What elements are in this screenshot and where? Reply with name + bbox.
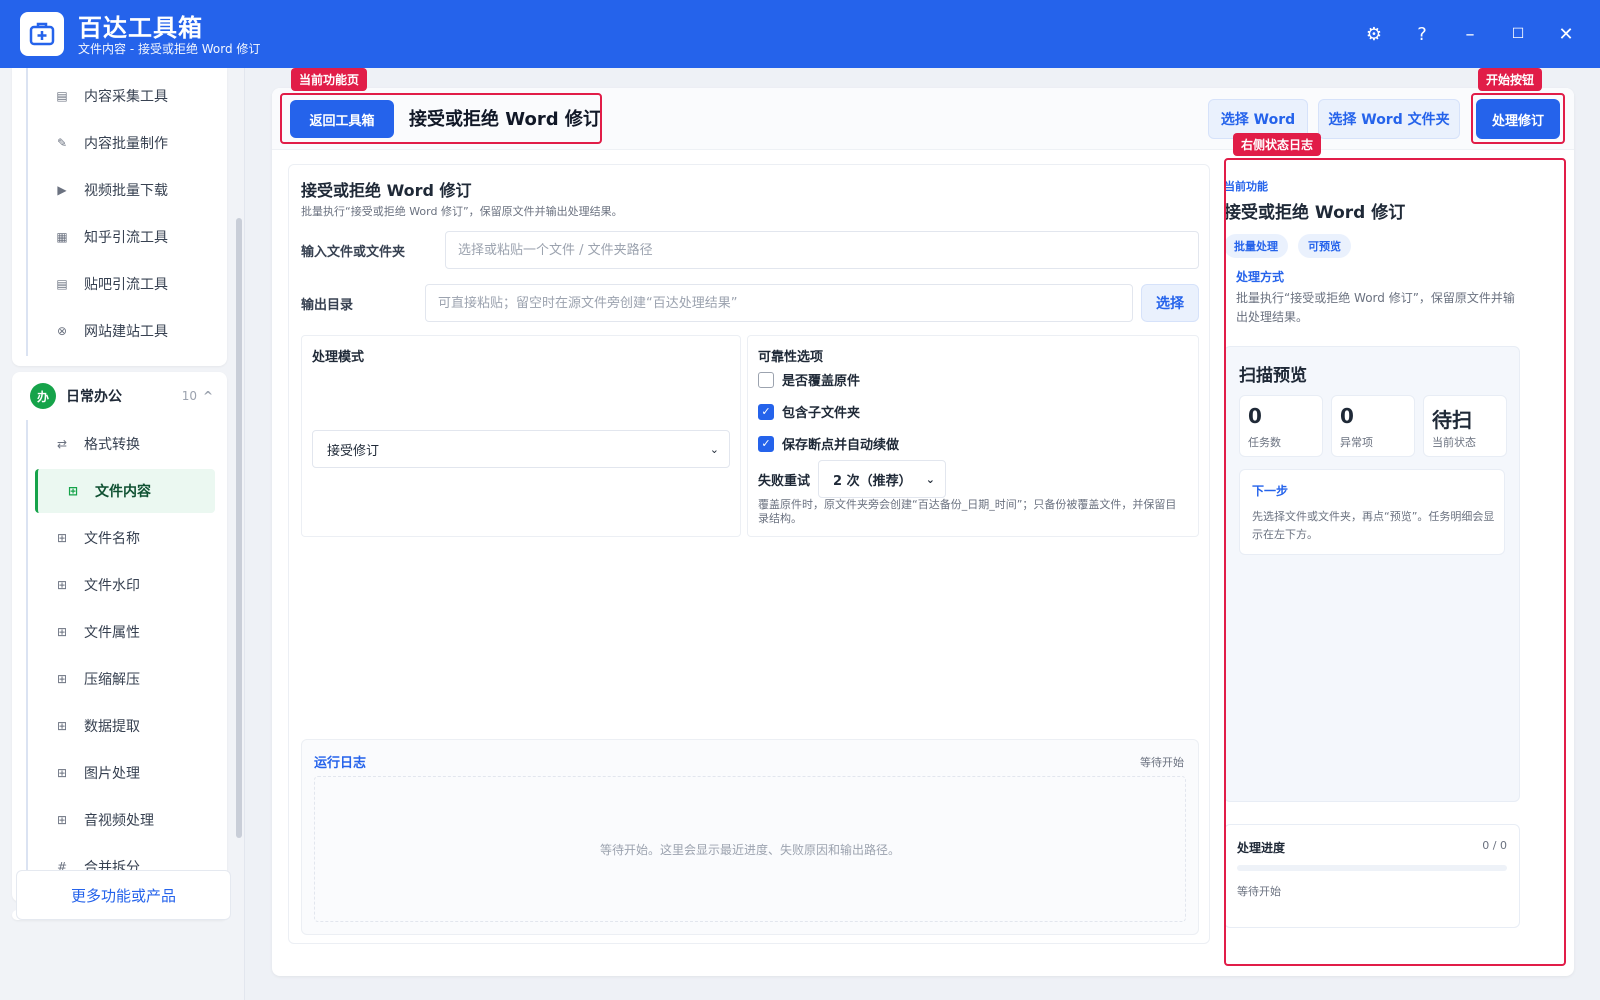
grid-icon: ⊞: [56, 625, 68, 639]
mode-box: 处理模式 接受修订 ⌄: [301, 335, 741, 537]
sidebar: ▤ 内容采集工具 ✎ 内容批量制作 ▶ 视频批量下载 ▦ 知乎引流工具 ▤ 贴吧引流工具 …: [0, 68, 245, 1000]
sidebar-item-content-batch[interactable]: ✎ 内容批量制作: [24, 121, 219, 165]
callout-start-button-frame: [1471, 93, 1565, 144]
sidebar-item-format-convert[interactable]: ⇄ 格式转换: [24, 422, 219, 466]
close-button[interactable]: ✕: [1552, 20, 1580, 48]
output-dir-label: 输出目录: [301, 298, 354, 313]
sidebar-item-watermark[interactable]: ⊞ 文件水印: [24, 563, 219, 607]
subfolders-checkbox[interactable]: ✓ 包含子文件夹: [758, 402, 860, 421]
video-icon: ▶: [57, 183, 67, 197]
grid-icon: ⊞: [56, 719, 68, 733]
group-count: 10: [181, 389, 197, 403]
form-panel: 接受或拒绝 Word 修订 批量执行“接受或拒绝 Word 修订”，保留原文件并…: [288, 164, 1210, 944]
select-word-folder-button[interactable]: 选择 Word 文件夹: [1318, 99, 1460, 139]
run-log: 运行日志 等待开始 等待开始。这里会显示最近进度、失败原因和输出路径。: [301, 739, 1199, 935]
globe-icon: ⊗: [56, 324, 68, 338]
log-title: 运行日志: [314, 756, 367, 771]
more-products-button[interactable]: 更多功能或产品: [16, 870, 231, 920]
callout-status-log-frame: [1224, 158, 1566, 966]
retry-value: 2 次（推荐）: [833, 473, 912, 489]
callout-status-log-tag: 右侧状态日志: [1233, 133, 1322, 156]
sidebar-item-tieba[interactable]: ▤ 贴吧引流工具: [24, 262, 219, 306]
group-badge: 办: [30, 383, 56, 409]
grid-icon: ⊞: [56, 672, 68, 686]
grid-icon: ⊞: [56, 766, 68, 780]
input-path-field[interactable]: [445, 231, 1199, 269]
reliability-box: 可靠性选项 是否覆盖原件 ✓ 包含子文件夹 ✓ 保存断点并自动续做 失败重试 2 次…: [747, 335, 1199, 537]
sidebar-item-website[interactable]: ⊗ 网站建站工具: [24, 309, 219, 353]
swap-icon: ⇄: [56, 437, 68, 451]
log-empty-message: 等待开始。这里会显示最近进度、失败原因和输出路径。: [314, 776, 1186, 922]
sidebar-item-zhihu[interactable]: ▦ 知乎引流工具: [24, 215, 219, 259]
mode-value: 接受修订: [327, 443, 380, 459]
sidebar-item-data-extract[interactable]: ⊞ 数据提取: [24, 704, 219, 748]
sidebar-item-file-props[interactable]: ⊞ 文件属性: [24, 610, 219, 654]
sidebar-item-compress[interactable]: ⊞ 压缩解压: [24, 657, 219, 701]
app-subtitle: 文件内容 - 接受或拒绝 Word 修订: [78, 42, 261, 56]
help-icon[interactable]: ?: [1408, 20, 1436, 48]
callout-current-page-tag: 当前功能页: [291, 68, 368, 91]
form-title: 接受或拒绝 Word 修订: [301, 181, 472, 200]
chevron-down-icon: ⌄: [925, 472, 935, 486]
mode-select[interactable]: 接受修订 ⌄: [312, 430, 730, 468]
sidebar-item-file-name[interactable]: ⊞ 文件名称: [24, 516, 219, 560]
minimize-button[interactable]: –: [1456, 20, 1484, 48]
settings-icon[interactable]: ⚙: [1360, 20, 1388, 48]
checkbox-icon[interactable]: ✓: [758, 435, 774, 452]
sidebar-item-file-content[interactable]: ⊞ 文件内容: [35, 469, 215, 513]
overwrite-hint: 覆盖原件时，原文件夹旁会创建“百达备份_日期_时间”；只备份被覆盖文件，并保留目…: [758, 498, 1177, 526]
title-bar: 百达工具箱 文件内容 - 接受或拒绝 Word 修订 ⚙ ? – ☐ ✕: [0, 0, 1600, 68]
document-icon: ▤: [56, 277, 68, 291]
form-description: 批量执行“接受或拒绝 Word 修订”，保留原文件并输出处理结果。: [301, 205, 623, 218]
sidebar-item-image[interactable]: ⊞ 图片处理: [24, 751, 219, 795]
chevron-down-icon: ⌄: [709, 442, 719, 456]
app-title: 百达工具箱: [78, 14, 203, 42]
sidebar-item-video-download[interactable]: ▶ 视频批量下载: [24, 168, 219, 212]
retry-label: 失败重试: [758, 474, 811, 489]
group-name: 日常办公: [66, 389, 122, 405]
output-select-button[interactable]: 选择: [1141, 284, 1199, 322]
checkbox-icon[interactable]: [758, 371, 774, 388]
grid-icon: ▦: [56, 230, 68, 244]
log-state: 等待开始: [1140, 756, 1184, 769]
overwrite-checkbox[interactable]: 是否覆盖原件: [758, 370, 860, 389]
document-icon: ▤: [56, 89, 68, 103]
grid-icon: ⊞: [56, 813, 68, 827]
checkbox-icon[interactable]: ✓: [758, 403, 774, 420]
sidebar-item-av[interactable]: ⊞ 音视频处理: [24, 798, 219, 842]
maximize-button[interactable]: ☐: [1504, 20, 1532, 48]
sidebar-group-office[interactable]: 办 日常办公 10 ^: [12, 373, 227, 419]
sidebar-scrollbar[interactable]: [236, 218, 242, 838]
grid-icon: ⊞: [56, 578, 68, 592]
grid-icon: ⊞: [56, 531, 68, 545]
sidebar-item-content-collect[interactable]: ▤ 内容采集工具: [24, 74, 219, 118]
chevron-up-icon[interactable]: ^: [203, 389, 213, 403]
grid-icon: ⊞: [67, 484, 79, 498]
callout-start-button-tag: 开始按钮: [1478, 68, 1543, 91]
toolbox-icon: [20, 12, 64, 56]
retry-select[interactable]: 2 次（推荐） ⌄: [818, 460, 946, 498]
mode-title: 处理模式: [312, 350, 365, 365]
reliability-title: 可靠性选项: [758, 350, 824, 365]
resume-checkbox[interactable]: ✓ 保存断点并自动续做: [758, 434, 899, 453]
output-dir-field[interactable]: [425, 284, 1133, 322]
pen-icon: ✎: [56, 136, 68, 150]
input-path-label: 输入文件或文件夹: [301, 245, 406, 260]
callout-current-page-frame: [280, 93, 602, 144]
